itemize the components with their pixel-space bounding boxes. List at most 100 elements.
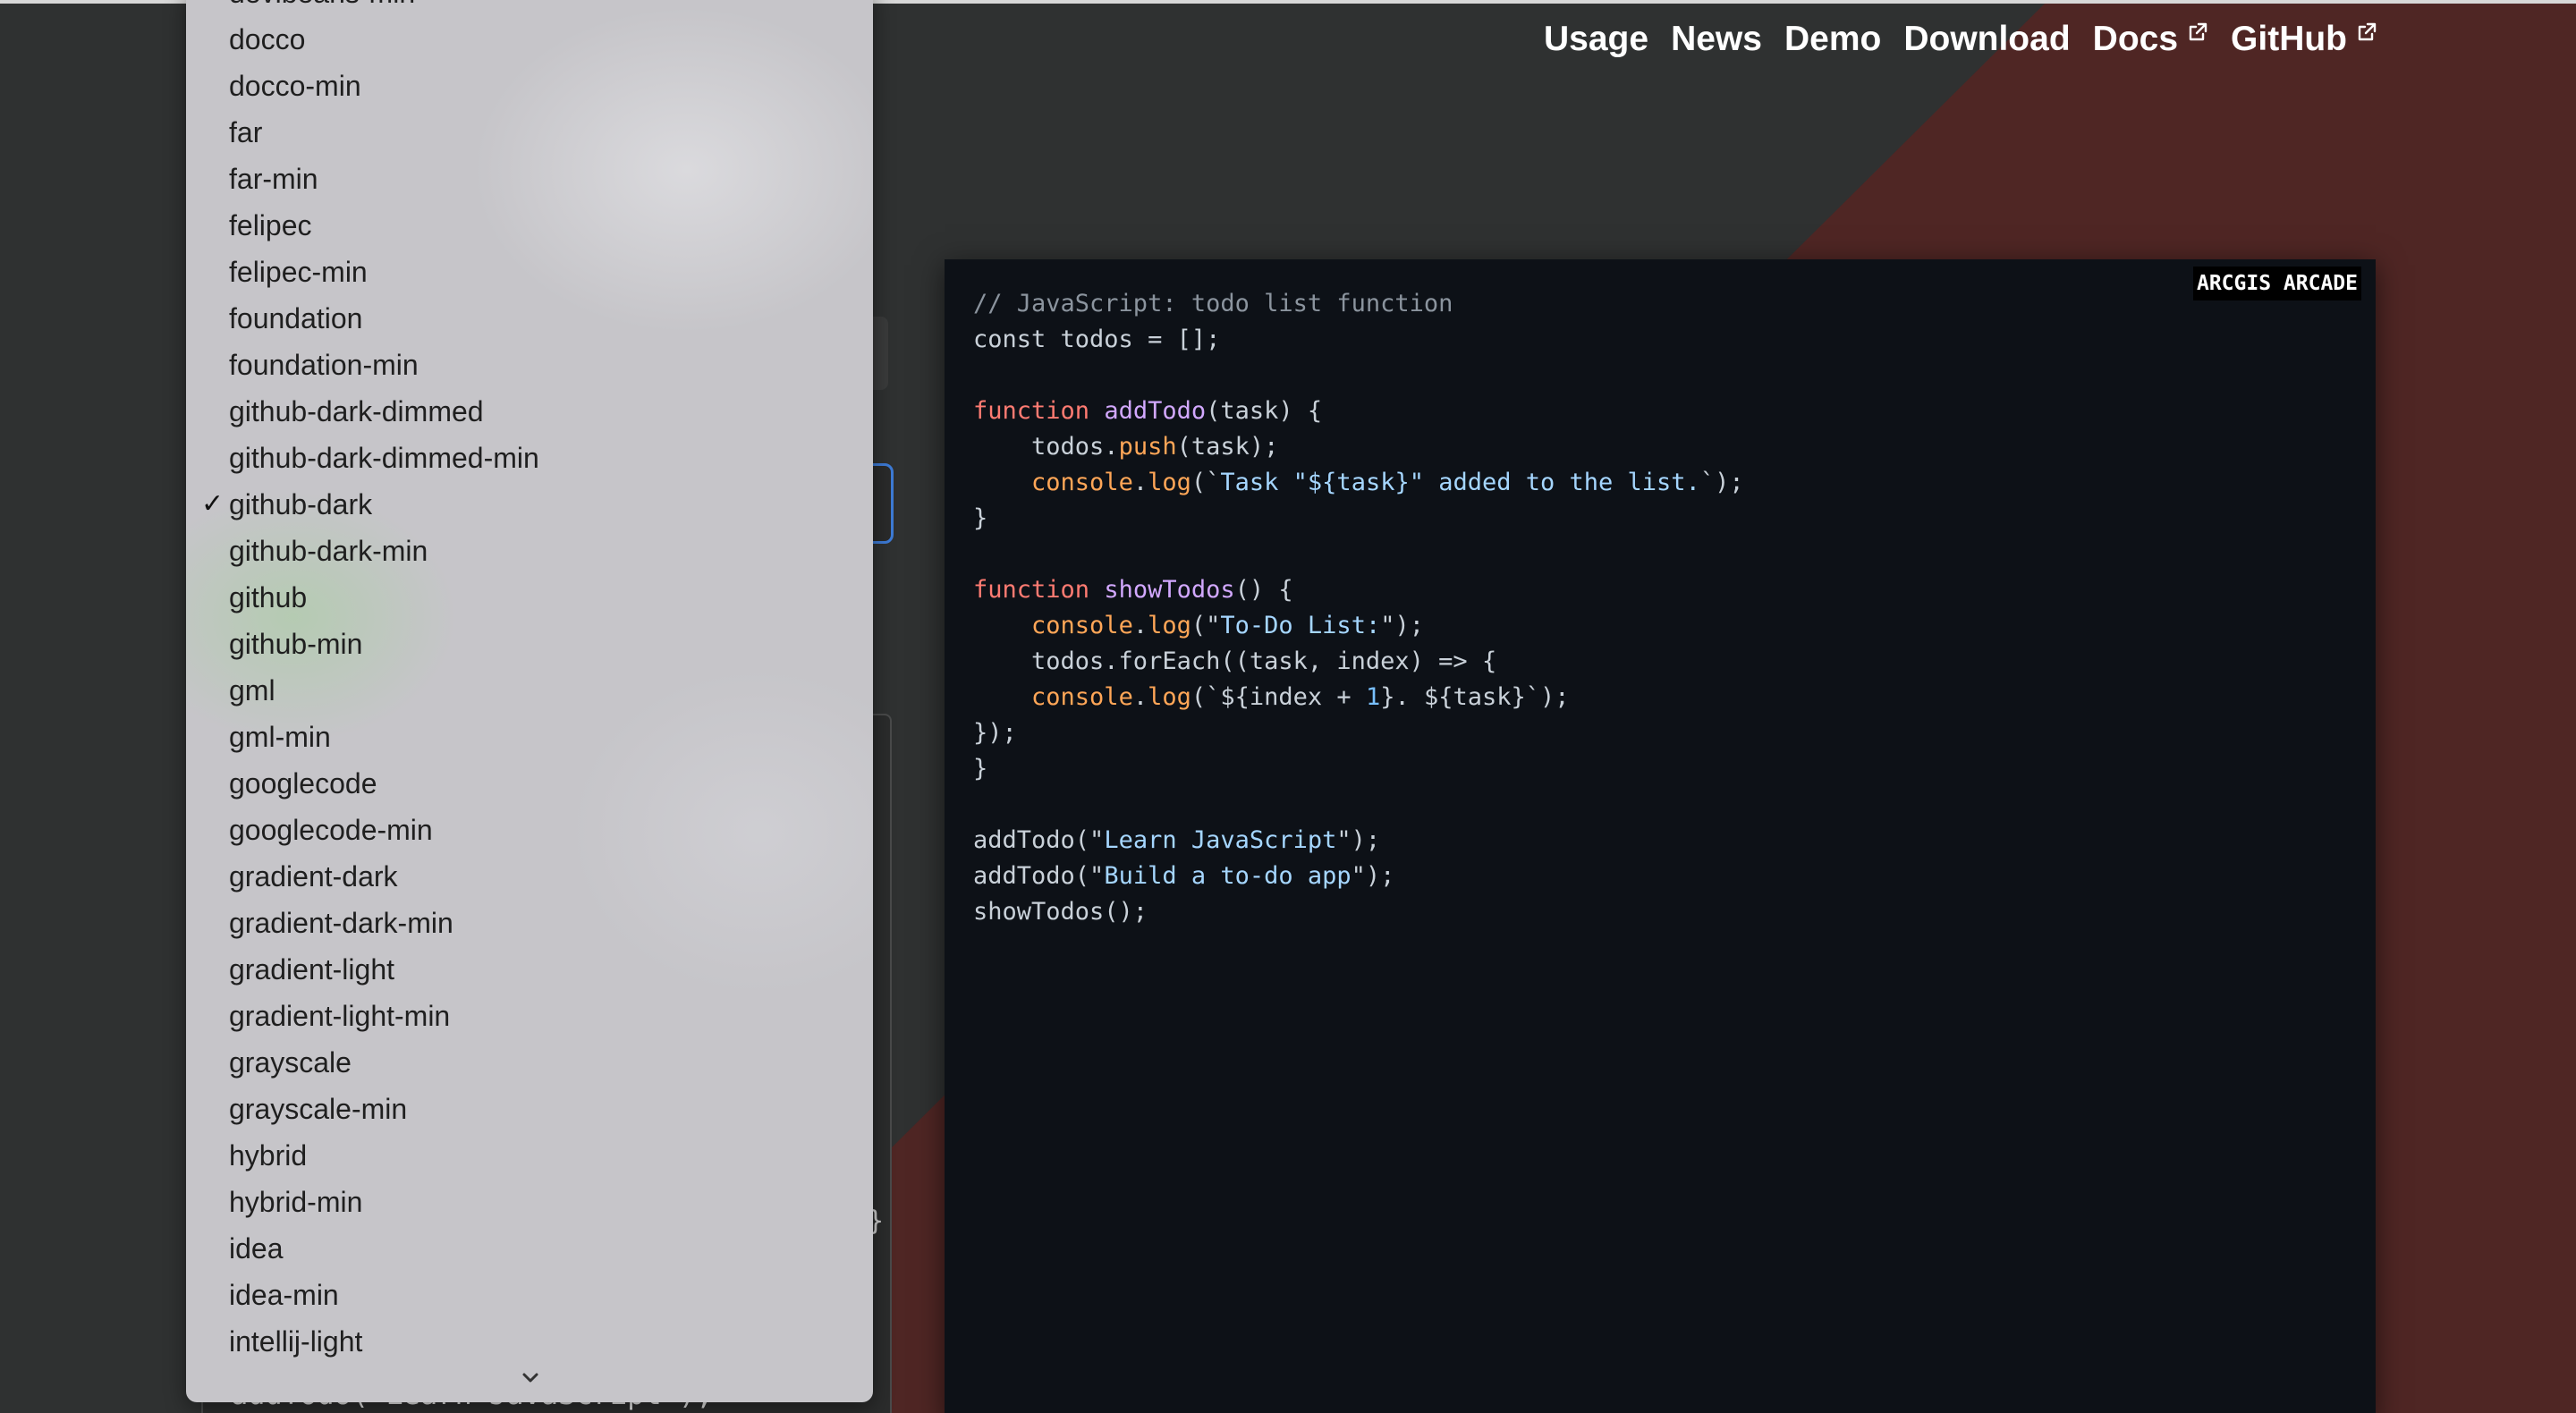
code-token: (` [1191,469,1221,496]
code-token: . [1132,683,1148,711]
theme-option-grayscale-min[interactable]: grayscale-min [186,1086,873,1132]
theme-option-idea-min[interactable]: idea-min [186,1272,873,1318]
nav-link-download[interactable]: Download [1903,20,2070,59]
language-badge: ARCGIS ARCADE [2192,267,2361,300]
theme-option-github[interactable]: github [186,574,873,621]
code-token: Task "${task}" added to the list. [1220,469,1700,496]
theme-option-gml[interactable]: gml [186,667,873,714]
code-token: . [1132,469,1148,496]
theme-option-github-dark[interactable]: ✓ github-dark [186,481,873,528]
theme-option-label: idea-min [229,1279,339,1311]
code-token: To-Do List: [1220,612,1381,639]
code-line: function addTodo(task) { [973,397,1322,425]
theme-option-far[interactable]: far [186,109,873,156]
top-nav: Usage News Demo Download Docs GitHub [1521,20,2377,59]
code-token: "); [1380,612,1424,639]
code-line: console.log(`${index + 1}. ${task}`); [973,683,1570,711]
external-link-icon [2358,22,2377,41]
code-token: const todos = []; [973,326,1221,353]
theme-option-label: far-min [229,163,318,195]
theme-option-intellij-light[interactable]: intellij-light [186,1318,873,1365]
theme-option-github-min[interactable]: github-min [186,621,873,667]
checkmark-icon: ✓ [201,489,225,519]
nav-link-usage[interactable]: Usage [1544,20,1648,59]
code-line: todos.push(task); [973,433,1278,461]
theme-option-gml-min[interactable]: gml-min [186,714,873,760]
theme-option-label: devibeans-min [229,0,415,9]
nav-link-news[interactable]: News [1671,20,1762,59]
code-token: (task); [1176,433,1279,461]
code-token: (`${index + [1191,683,1366,711]
theme-dropdown-menu[interactable]: devibeans-min docco docco-min far far-min fel… [186,0,873,1402]
theme-option-gradient-light[interactable]: gradient-light [186,946,873,993]
theme-option-github-dark-dimmed[interactable]: github-dark-dimmed [186,388,873,435]
theme-option-googlecode-min[interactable]: googlecode-min [186,807,873,853]
code-token: Build a to-do app [1104,862,1352,890]
code-token: function [973,397,1105,425]
theme-option-label: grayscale-min [229,1093,408,1125]
code-token: (task) { [1206,397,1323,425]
code-token: console [1031,612,1133,639]
code-token: addTodo [1104,397,1207,425]
theme-option-gradient-light-min[interactable]: gradient-light-min [186,993,873,1039]
code-token: }); [973,719,1017,747]
scroll-down-chevron-icon[interactable] [517,1365,544,1392]
code-token: todos. [973,433,1119,461]
code-line: function showTodos() { [973,576,1293,604]
code-token: console [1031,683,1133,711]
code-token: `); [1699,469,1744,496]
code-line: } [973,504,987,532]
theme-option-label: grayscale [229,1046,352,1079]
theme-option-label: idea [229,1232,284,1265]
theme-option-devibeans-min[interactable]: devibeans-min [186,0,873,16]
nav-link-label: Download [1903,20,2071,58]
code-token: 1 [1365,683,1381,711]
code-token: addTodo(" [973,862,1105,890]
theme-option-gradient-dark[interactable]: gradient-dark [186,853,873,900]
code-token: showTodos(); [973,898,1148,926]
code-token: "); [1351,862,1395,890]
code-token: } [973,504,988,532]
theme-option-label: gml [229,674,275,706]
code-token: (" [1191,612,1221,639]
theme-option-label: felipec [229,209,312,241]
theme-option-idea[interactable]: idea [186,1225,873,1272]
theme-option-felipec[interactable]: felipec [186,202,873,249]
theme-option-far-min[interactable]: far-min [186,156,873,202]
code-token: () { [1234,576,1293,604]
code-line: } [973,755,987,783]
theme-option-felipec-min[interactable]: felipec-min [186,249,873,295]
theme-option-label: intellij-light [229,1325,363,1358]
theme-option-hybrid-min[interactable]: hybrid-min [186,1179,873,1225]
nav-link-demo[interactable]: Demo [1784,20,1881,59]
theme-option-foundation[interactable]: foundation [186,295,873,342]
theme-option-grayscale[interactable]: grayscale [186,1039,873,1086]
code-line: console.log(`Task "${task}" added to the… [973,469,1744,496]
theme-option-github-dark-dimmed-min[interactable]: github-dark-dimmed-min [186,435,873,481]
theme-option-label: far [229,116,263,148]
theme-option-docco-min[interactable]: docco-min [186,63,873,109]
theme-option-hybrid[interactable]: hybrid [186,1132,873,1179]
highlighted-code: // JavaScript: todo list function const … [973,286,1744,930]
theme-option-foundation-min[interactable]: foundation-min [186,342,873,388]
theme-option-googlecode[interactable]: googlecode [186,760,873,807]
theme-option-label: gradient-dark-min [229,907,453,939]
code-token: console [1031,469,1133,496]
code-line: }); [973,719,1017,747]
code-token: Learn JavaScript [1104,826,1337,854]
theme-option-label: github [229,581,308,613]
code-line: showTodos(); [973,898,1148,926]
theme-option-gradient-dark-min[interactable]: gradient-dark-min [186,900,873,946]
nav-link-github[interactable]: GitHub [2231,20,2377,59]
code-line: todos.forEach((task, index) => { [973,647,1496,675]
theme-option-docco[interactable]: docco [186,16,873,63]
nav-link-label: GitHub [2231,20,2347,58]
theme-option-label: hybrid [229,1139,308,1172]
theme-option-label: github-dark-min [229,535,428,567]
theme-option-label: github-dark-dimmed [229,395,484,427]
code-token: todos.forEach((task, index) => { [973,647,1497,675]
theme-option-github-dark-min[interactable]: github-dark-min [186,528,873,574]
nav-link-docs[interactable]: Docs [2093,20,2208,59]
